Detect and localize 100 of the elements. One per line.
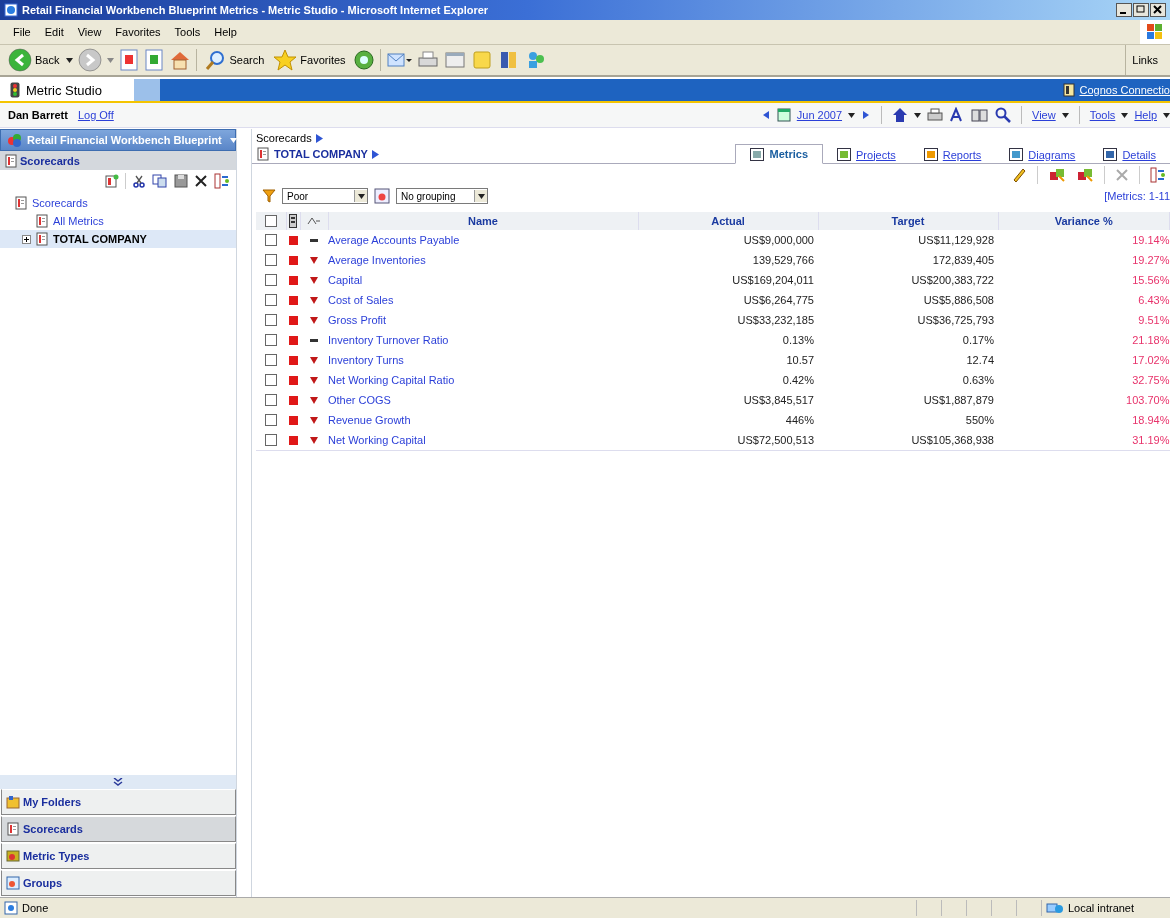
status-filter-dropdown[interactable]: Poor: [282, 188, 368, 204]
table-cell: 31.19%: [998, 430, 1170, 451]
search-icon[interactable]: [995, 107, 1012, 123]
tree-item[interactable]: TOTAL COMPANY: [0, 230, 236, 248]
menu-item[interactable]: Favorites: [108, 24, 168, 40]
section-button[interactable]: My Folders: [1, 789, 236, 815]
triangle-right-icon: [371, 149, 379, 159]
table-cell: US$105,368,938: [818, 430, 998, 451]
view-menu[interactable]: View: [1032, 109, 1056, 121]
pencil-icon[interactable]: [1011, 167, 1027, 183]
metric-link[interactable]: Net Working Capital: [328, 430, 638, 451]
minimize-icon[interactable]: [1116, 3, 1132, 17]
row-checkbox[interactable]: [265, 374, 277, 386]
column-header[interactable]: Target: [818, 212, 998, 230]
arrow-right-icon: [78, 48, 103, 72]
row-checkbox[interactable]: [265, 314, 277, 326]
row-checkbox[interactable]: [265, 434, 277, 446]
row-checkbox[interactable]: [265, 254, 277, 266]
favorites-button[interactable]: Favorites: [271, 49, 348, 71]
stop-icon[interactable]: [119, 49, 140, 71]
tree-item[interactable]: Scorecards: [0, 194, 236, 212]
menu-item[interactable]: Help: [207, 24, 244, 40]
calendar-icon[interactable]: [776, 108, 791, 122]
help-menu[interactable]: Help: [1134, 109, 1157, 121]
metric-link[interactable]: Inventory Turnover Ratio: [328, 330, 638, 350]
row-checkbox[interactable]: [265, 354, 277, 366]
reorder-icon[interactable]: [1150, 167, 1166, 183]
menu-item[interactable]: File: [6, 24, 38, 40]
row-checkbox[interactable]: [265, 294, 277, 306]
menu-item[interactable]: Tools: [167, 24, 208, 40]
metric-link[interactable]: Revenue Growth: [328, 410, 638, 430]
period-link[interactable]: Jun 2007: [796, 109, 843, 121]
metric-link[interactable]: Other COGS: [328, 390, 638, 410]
back-button[interactable]: Back: [6, 48, 62, 72]
delete-icon[interactable]: [194, 174, 208, 188]
metric-link[interactable]: Net Working Capital Ratio: [328, 370, 638, 390]
log-off-link[interactable]: Log Off: [77, 109, 114, 121]
links-label[interactable]: Links: [1132, 54, 1158, 66]
restore-icon[interactable]: [1133, 3, 1149, 17]
breadcrumb-link[interactable]: Scorecards: [256, 132, 312, 144]
trend-column-icon: [307, 217, 321, 225]
table-cell-text: US$3,845,517: [742, 393, 815, 408]
section-button[interactable]: Groups: [1, 870, 236, 896]
metric-link[interactable]: Average Accounts Payable: [328, 230, 638, 250]
tab[interactable]: Diagrams: [995, 146, 1090, 163]
expand-icon[interactable]: [22, 234, 31, 244]
reorder-icon[interactable]: [214, 173, 230, 189]
tab[interactable]: Reports: [909, 146, 996, 163]
column-header[interactable]: Actual: [638, 212, 818, 230]
select-all-checkbox[interactable]: [264, 215, 277, 227]
books-icon[interactable]: [971, 107, 990, 123]
refresh-icon[interactable]: [144, 49, 165, 71]
column-header[interactable]: Variance %: [998, 212, 1170, 230]
caret-icon: [1163, 112, 1170, 118]
menu-item[interactable]: Edit: [37, 24, 71, 40]
row-checkbox[interactable]: [265, 274, 277, 286]
package-icon: [7, 133, 23, 147]
metric-link[interactable]: Gross Profit: [328, 310, 638, 330]
section-button[interactable]: Metric Types: [1, 843, 236, 869]
menu-item[interactable]: View: [70, 24, 109, 40]
metric-link[interactable]: Average Inventories: [328, 250, 638, 270]
tree-item[interactable]: All Metrics: [0, 212, 236, 230]
table-cell-text: 0.42%: [781, 373, 815, 388]
scorecard-icon: [4, 153, 18, 168]
add-metric-icon[interactable]: [1048, 167, 1066, 183]
home-icon[interactable]: [892, 107, 909, 123]
tab[interactable]: Projects: [823, 146, 910, 163]
filter-icon[interactable]: [262, 189, 276, 203]
row-checkbox[interactable]: [265, 394, 277, 406]
grouping-icon[interactable]: [374, 188, 390, 204]
connection-link[interactable]: Cognos Connectio: [1079, 84, 1170, 96]
caret-icon: [848, 112, 856, 118]
copy-metric-icon[interactable]: [1076, 167, 1094, 183]
tools-menu[interactable]: Tools: [1089, 109, 1116, 121]
printer-icon[interactable]: [927, 107, 944, 123]
tab[interactable]: Metrics: [735, 144, 823, 164]
table-cell-text: 0.13%: [781, 333, 815, 348]
table-cell-text: 15.56%: [1131, 273, 1170, 288]
media-icon[interactable]: [352, 49, 375, 71]
app-tab[interactable]: Metric Studio: [0, 79, 134, 101]
intranet-icon: [1046, 901, 1064, 915]
row-checkbox[interactable]: [265, 414, 277, 426]
search-button[interactable]: Search: [202, 49, 267, 71]
table-cell-text: 32.75%: [1131, 373, 1170, 388]
copy-icon[interactable]: [152, 174, 168, 188]
column-header[interactable]: Name: [328, 212, 638, 230]
new-scorecard-icon[interactable]: [105, 174, 119, 188]
row-checkbox[interactable]: [265, 334, 277, 346]
close-icon[interactable]: [1150, 3, 1166, 17]
star-icon: [273, 49, 298, 71]
table-cell-text: 103.70%: [1125, 393, 1170, 408]
grouping-dropdown[interactable]: No grouping: [396, 188, 488, 204]
double-chevron-down-icon[interactable]: [113, 778, 123, 786]
scissors-icon[interactable]: [132, 174, 146, 188]
row-checkbox[interactable]: [265, 234, 277, 246]
section-button[interactable]: Scorecards: [1, 816, 236, 842]
metric-link[interactable]: Inventory Turns: [328, 350, 638, 370]
metric-link[interactable]: Capital: [328, 270, 638, 290]
tab[interactable]: Details: [1089, 146, 1170, 163]
metric-link[interactable]: Cost of Sales: [328, 290, 638, 310]
